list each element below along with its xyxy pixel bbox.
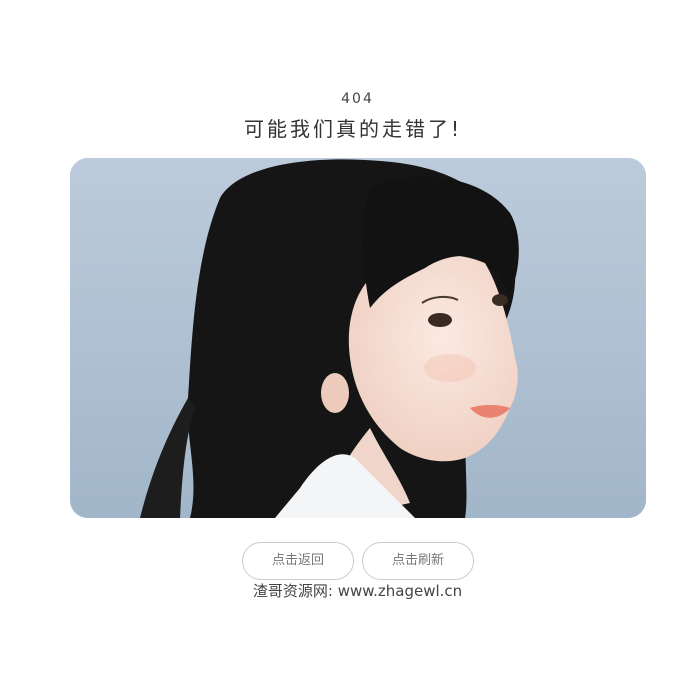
site-footer: 渣哥资源网: www.zhagewl.cn <box>0 580 695 601</box>
error-page: 404 可能我们真的走错了! 点击返回 点击刷新 渣哥资源网: www.zhag… <box>0 0 695 676</box>
portrait-illustration <box>70 158 646 518</box>
portrait-photo <box>70 158 646 518</box>
error-code: 404 <box>341 91 374 107</box>
refresh-button[interactable]: 点击刷新 <box>362 542 474 580</box>
action-buttons: 点击返回 点击刷新 <box>242 542 474 580</box>
site-separator: : <box>327 582 333 600</box>
error-message: 可能我们真的走错了! <box>243 117 463 141</box>
back-button[interactable]: 点击返回 <box>242 542 354 580</box>
site-url-link[interactable]: www.zhagewl.cn <box>338 582 462 600</box>
site-name: 渣哥资源网 <box>252 582 328 600</box>
